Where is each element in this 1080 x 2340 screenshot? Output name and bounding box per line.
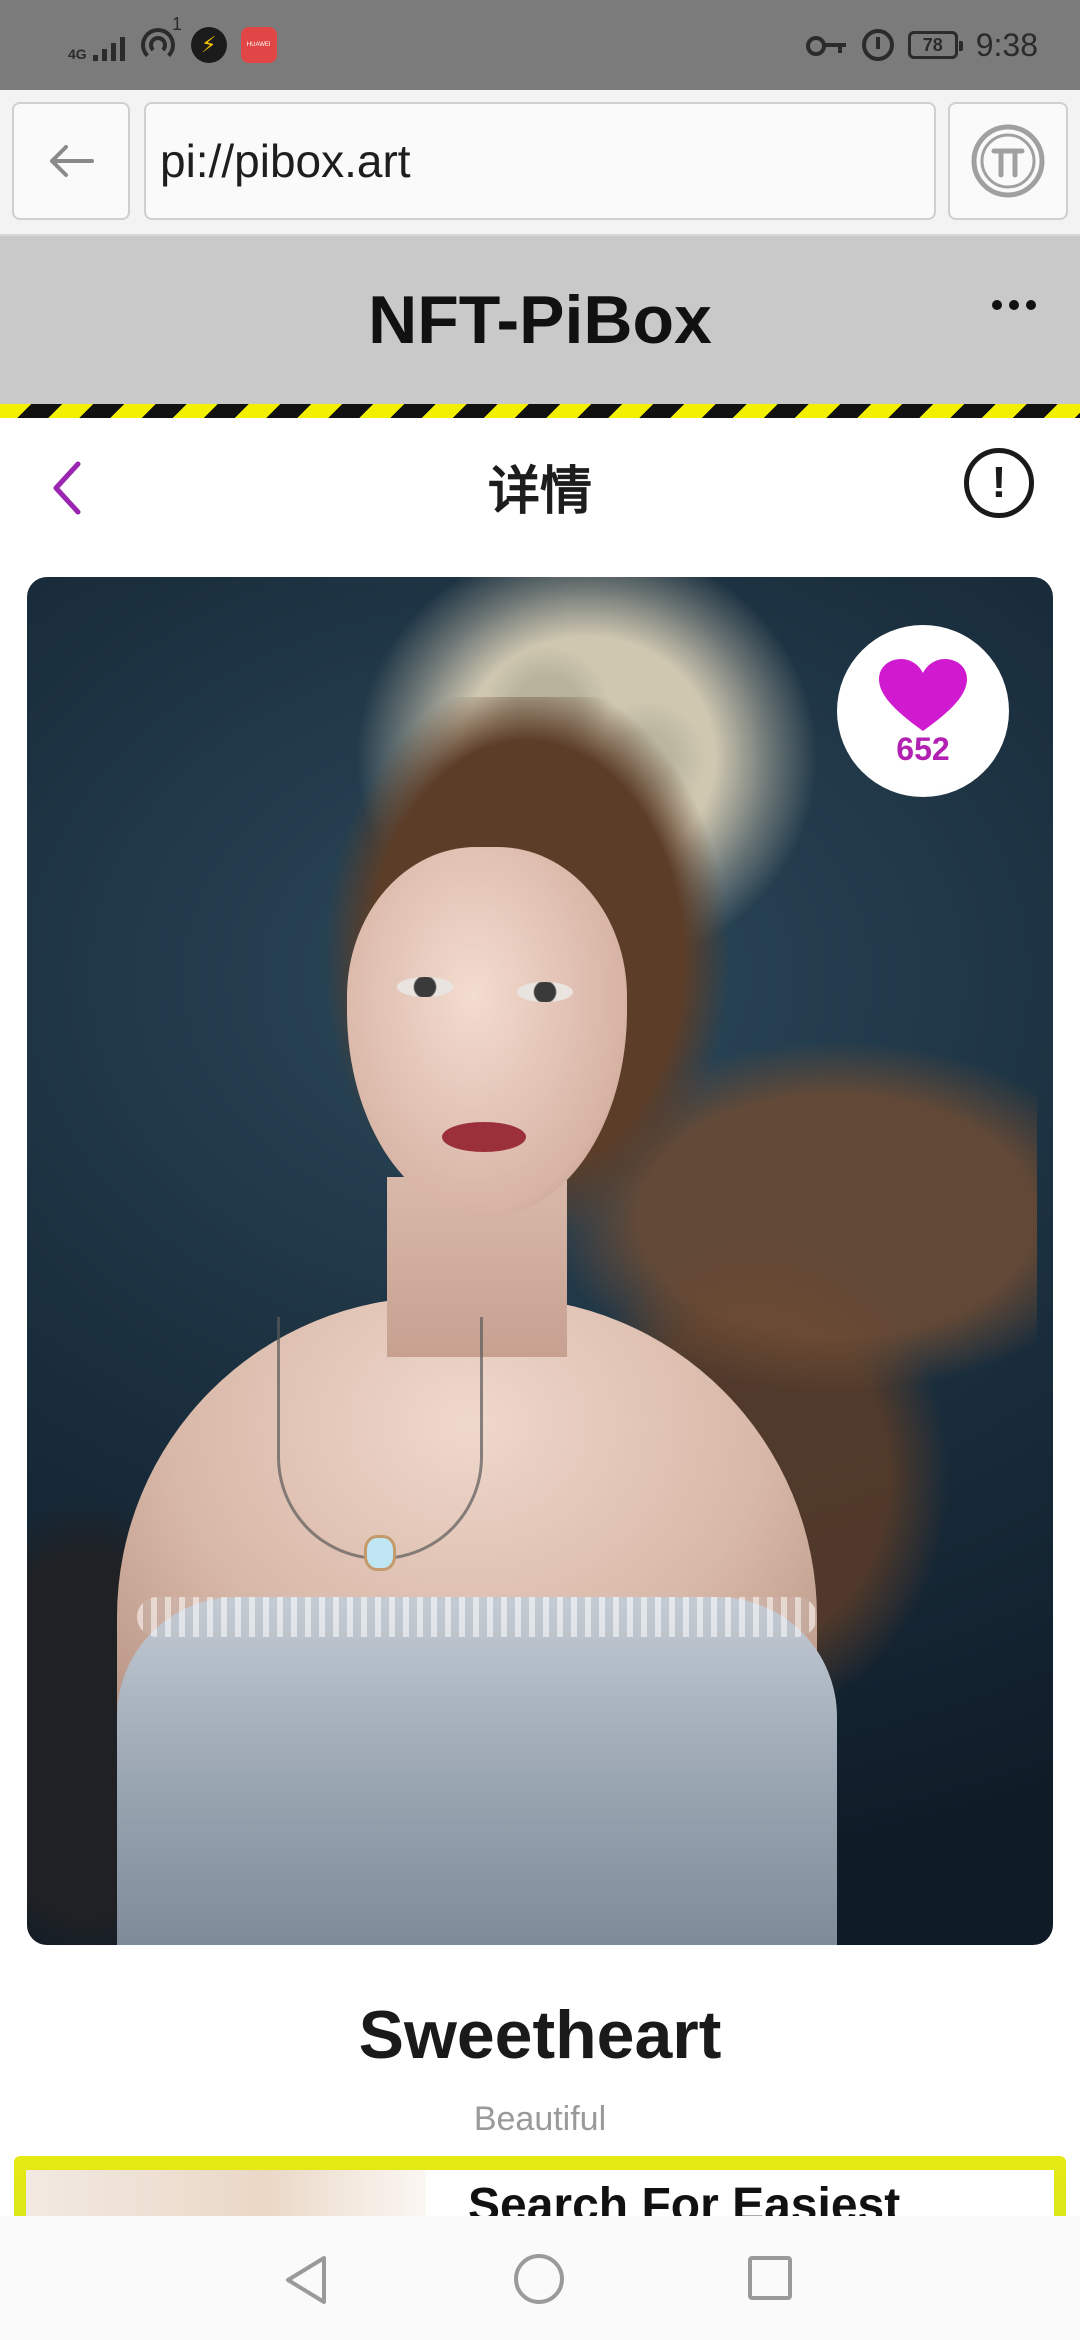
necklace [277,1317,483,1560]
nav-recent-apps-icon[interactable] [748,2256,792,2300]
url-text: pi://pibox.art [160,135,411,187]
lips [442,1122,526,1152]
app-title: NFT-PiBox [368,282,712,358]
right-eye [517,982,573,1002]
left-eye [397,977,453,997]
nav-back-icon[interactable] [282,2254,330,2306]
lightning-app-icon: ⚡ [190,27,227,63]
hotspot-icon [139,26,177,64]
page-header: 详情 ! [0,418,1080,554]
battery-icon: 78 [907,31,963,59]
more-options-icon[interactable] [992,300,1036,310]
vpn-key-icon [805,35,848,56]
alarm-icon [861,29,894,61]
status-bar: 4G ⚡ HUAWEI 1 78 9:38 [0,0,1080,90]
like-count: 652 [896,730,950,767]
url-field[interactable]: pi://pibox.art [144,102,936,220]
dress-lace [137,1597,817,1637]
hazard-stripe-divider [0,404,1080,418]
app-header: NFT-PiBox [0,236,1080,404]
cellular-signal-icon: 4G [68,29,125,61]
info-icon[interactable]: ! [964,448,1034,518]
system-nav-bar [0,2216,1080,2340]
like-button[interactable]: 652 [837,625,1009,797]
pendant-gem [364,1535,396,1571]
network-type-label: 4G [68,46,87,62]
pi-logo-icon [971,124,1045,198]
huawei-app-icon: HUAWEI [240,27,277,63]
huawei-label: HUAWEI [246,42,271,48]
pi-wallet-button[interactable] [948,102,1068,220]
heart-icon [879,658,967,731]
notification-count: 1 [172,14,183,34]
nft-subtitle: Beautiful [473,2100,607,2138]
dress [117,1597,837,1945]
nft-artwork-image[interactable]: 652 [27,577,1053,1945]
battery-level: 78 [922,34,943,55]
browser-toolbar: pi://pibox.art [0,90,1080,236]
nft-title: Sweetheart [358,1997,722,2073]
nav-home-icon[interactable] [514,2254,564,2304]
arrow-left-icon [50,145,94,177]
status-right-icons: 78 9:38 [805,22,1038,68]
clock-time: 9:38 [975,26,1038,63]
page-title: 详情 [487,461,592,522]
browser-back-button[interactable] [12,102,130,220]
